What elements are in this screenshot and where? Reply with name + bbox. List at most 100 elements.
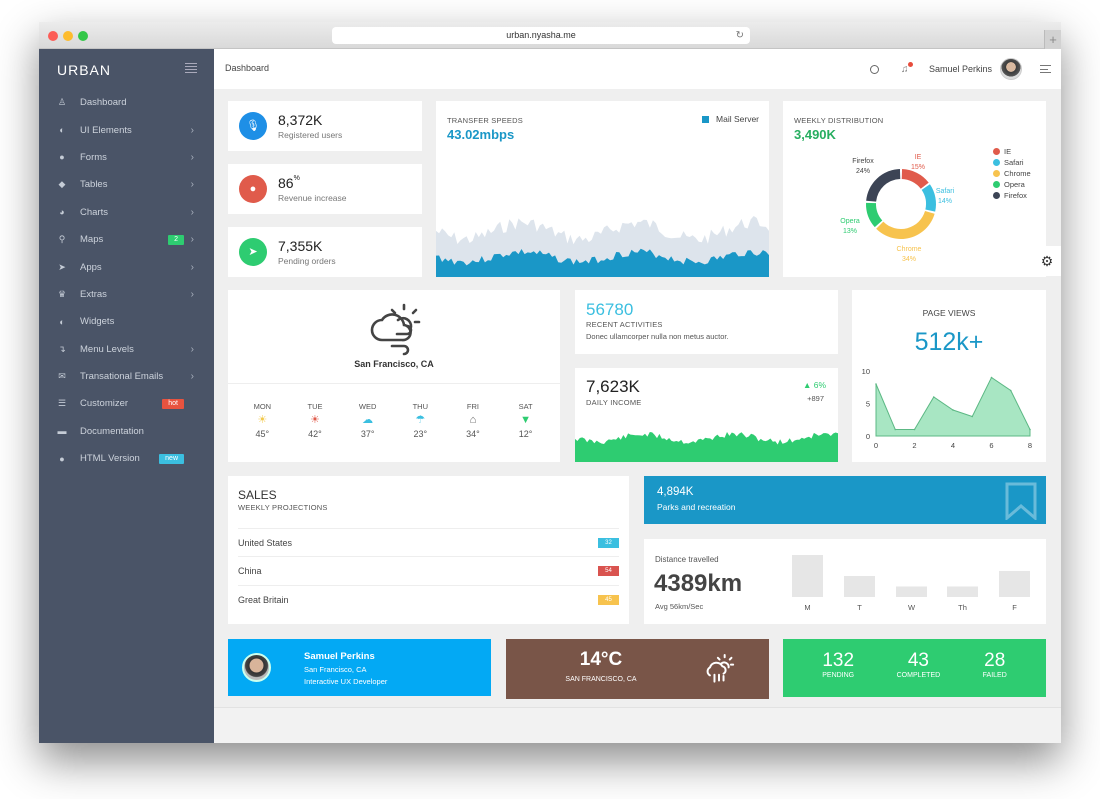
toggle-icon: ◐ — [59, 316, 65, 327]
cloud-rain-sun-icon — [706, 653, 735, 683]
donut-legend: IE Safari Chrome Opera Firefox — [993, 146, 1031, 201]
distance-bar-t — [844, 576, 875, 597]
sidebar-badge: 2 — [168, 234, 184, 245]
task-count: 43 — [907, 650, 929, 671]
user-avatar[interactable] — [1000, 58, 1022, 80]
browser-window: urban.nyasha.me ↻ + URBAN ♙ Dashboard ◐ U… — [39, 22, 1061, 743]
folder-icon: ▬ — [57, 426, 67, 437]
chevron-right-icon: › — [190, 288, 194, 300]
page-views-card: PAGE VIEWS 512k+ 0 2 4 6 8 0 5 10 — [852, 290, 1046, 462]
donut-label-name: Chrome — [897, 246, 922, 253]
menu-icon[interactable] — [1040, 65, 1051, 73]
forecast-day-sat: SAT ▼ 12° — [506, 384, 546, 461]
legend-item-chrome: Chrome — [993, 168, 1031, 179]
sidebar-item-menu-levels[interactable]: ↴ Menu Levels › — [39, 336, 214, 363]
microphone-icon: 🎙 — [239, 112, 267, 140]
donut-label-name: Firefox — [852, 158, 874, 165]
sales-title: SALES — [238, 488, 277, 502]
parks-value: 4,894K — [657, 486, 694, 498]
y-tick-label: 5 — [866, 400, 870, 409]
sidebar-item-dashboard[interactable]: ♙ Dashboard — [39, 89, 214, 116]
activities-text: Donec ullamcorper nulla non metus auctor… — [586, 332, 729, 341]
sidebar-item-apps[interactable]: ➤ Apps › — [39, 253, 214, 280]
sidebar-item-extras[interactable]: ♛ Extras › — [39, 281, 214, 308]
map-pin-icon: ⚲ — [58, 234, 66, 245]
y-tick-label: 0 — [866, 432, 870, 441]
page-views-point — [952, 409, 954, 411]
day-name: FRI — [466, 402, 479, 411]
envelope-icon: ✉ — [58, 371, 66, 382]
chevron-right-icon: › — [190, 179, 194, 191]
sales-card: SALES WEEKLY PROJECTIONS United States 3… — [228, 476, 629, 624]
stat-card-users: 🎙 8,372K Registered users — [228, 101, 422, 151]
sidebar-toggle-icon[interactable] — [185, 63, 197, 73]
sidebar-item-label: Widgets — [80, 316, 115, 328]
day-temp: 34° — [466, 429, 480, 439]
stat-card-orders: ➤ 7,355K Pending orders — [228, 227, 422, 277]
page-views-point — [932, 396, 935, 398]
weather-temp: 14°C — [579, 649, 623, 670]
address-bar[interactable]: urban.nyasha.me ↻ — [332, 27, 750, 44]
sidebar-item-charts[interactable]: ◕ Charts › — [39, 199, 214, 226]
day-name: THU — [412, 402, 428, 411]
new-tab-button[interactable]: + — [1044, 30, 1061, 49]
sidebar-item-label: Documentation — [80, 425, 144, 437]
donut-label-name: Safari — [936, 188, 955, 195]
sidebar-badge: new — [159, 453, 184, 464]
sidebar-item-html-version[interactable]: ● HTML Version new — [39, 445, 214, 472]
close-window-button[interactable] — [48, 31, 58, 41]
minimize-window-button[interactable] — [63, 31, 73, 41]
sales-badge: 32 — [598, 537, 619, 548]
x-tick-label: 2 — [912, 441, 916, 450]
legend-item-ie: IE — [993, 146, 1031, 157]
weather-day-icon: ☂ — [415, 414, 426, 426]
sales-country: China — [238, 565, 262, 576]
weather-city: SAN FRANCISCO, CA — [565, 676, 637, 683]
donut-chart: IE 15% Safari 14% Chrome 34% Opera 13% Firefox 24… — [840, 154, 955, 263]
status-circle-icon[interactable] — [869, 64, 879, 74]
weather-forecast: MON ☀ 45° TUE ☀ 42° WED ☁ 37° THU ☂ 23° FRI … — [228, 383, 560, 461]
legend-swatch — [993, 181, 1000, 188]
page-views-point — [971, 415, 974, 418]
profile-name: Samuel Perkins — [304, 651, 375, 662]
reload-icon[interactable]: ↻ — [736, 27, 744, 44]
day-name: SAT — [518, 402, 533, 411]
stat-value: 8,372K — [278, 112, 323, 128]
sidebar-item-forms[interactable]: ● Forms › — [39, 144, 214, 171]
day-name: MON — [253, 402, 272, 411]
donut-label-value: 24% — [856, 168, 870, 175]
sales-badge: 54 — [598, 565, 619, 576]
sidebar: URBAN ♙ Dashboard ◐ UI Elements › ● Forms › ◆… — [39, 49, 214, 743]
circle-icon: ● — [59, 453, 65, 464]
sidebar-item-customizer[interactable]: ☰ Customizer hot — [39, 390, 214, 417]
maximize-window-button[interactable] — [78, 31, 88, 41]
legend-item-firefox: Firefox — [993, 190, 1031, 201]
page-views-point — [1009, 389, 1012, 392]
page-views-area — [875, 376, 1031, 437]
weekly-distribution-card: WEEKLY DISTRIBUTION 3,490K IE 15% Safari 14… — [783, 101, 1046, 277]
recent-activities-card: 56780 RECENT ACTIVITIES Donec ullamcorpe… — [575, 290, 838, 354]
sidebar-item-maps[interactable]: ⚲ Maps 2 › — [39, 226, 214, 253]
income-area-chart — [575, 432, 838, 462]
settings-gear-icon[interactable]: ⚙ — [1033, 246, 1061, 276]
top-header: Dashboard ♫ Samuel Perkins — [214, 49, 1061, 89]
sidebar-item-widgets[interactable]: ◐ Widgets — [39, 308, 214, 335]
sales-country: Great Britain — [238, 594, 289, 605]
sidebar-item-documentation[interactable]: ▬ Documentation — [39, 418, 214, 445]
forecast-day-wed: WED ☁ 37° — [348, 384, 388, 461]
user-name[interactable]: Samuel Perkins — [929, 64, 992, 74]
task-stat-completed: 43 COMPLETED — [897, 639, 941, 697]
sidebar-item-transational-emails[interactable]: ✉ Transational Emails › — [39, 363, 214, 390]
url-text: urban.nyasha.me — [506, 30, 576, 40]
brand-logo[interactable]: URBAN — [57, 62, 111, 78]
tasks-card: 132 PENDING 43 COMPLETED 28 FAILED — [783, 639, 1046, 697]
daily-income-card: 7,623K DAILY INCOME ▲ 6% +897 — [575, 368, 838, 462]
sidebar-item-ui-elements[interactable]: ◐ UI Elements › — [39, 116, 214, 143]
distance-bar-m — [792, 555, 823, 597]
sidebar-item-tables[interactable]: ◆ Tables › — [39, 171, 214, 198]
distance-bar-th — [947, 586, 978, 597]
legend-item-safari: Safari — [993, 157, 1031, 168]
notification-bell-icon[interactable]: ♫ — [901, 61, 913, 75]
toggle-icon: ◐ — [59, 125, 65, 136]
breadcrumb[interactable]: Dashboard — [225, 63, 269, 73]
